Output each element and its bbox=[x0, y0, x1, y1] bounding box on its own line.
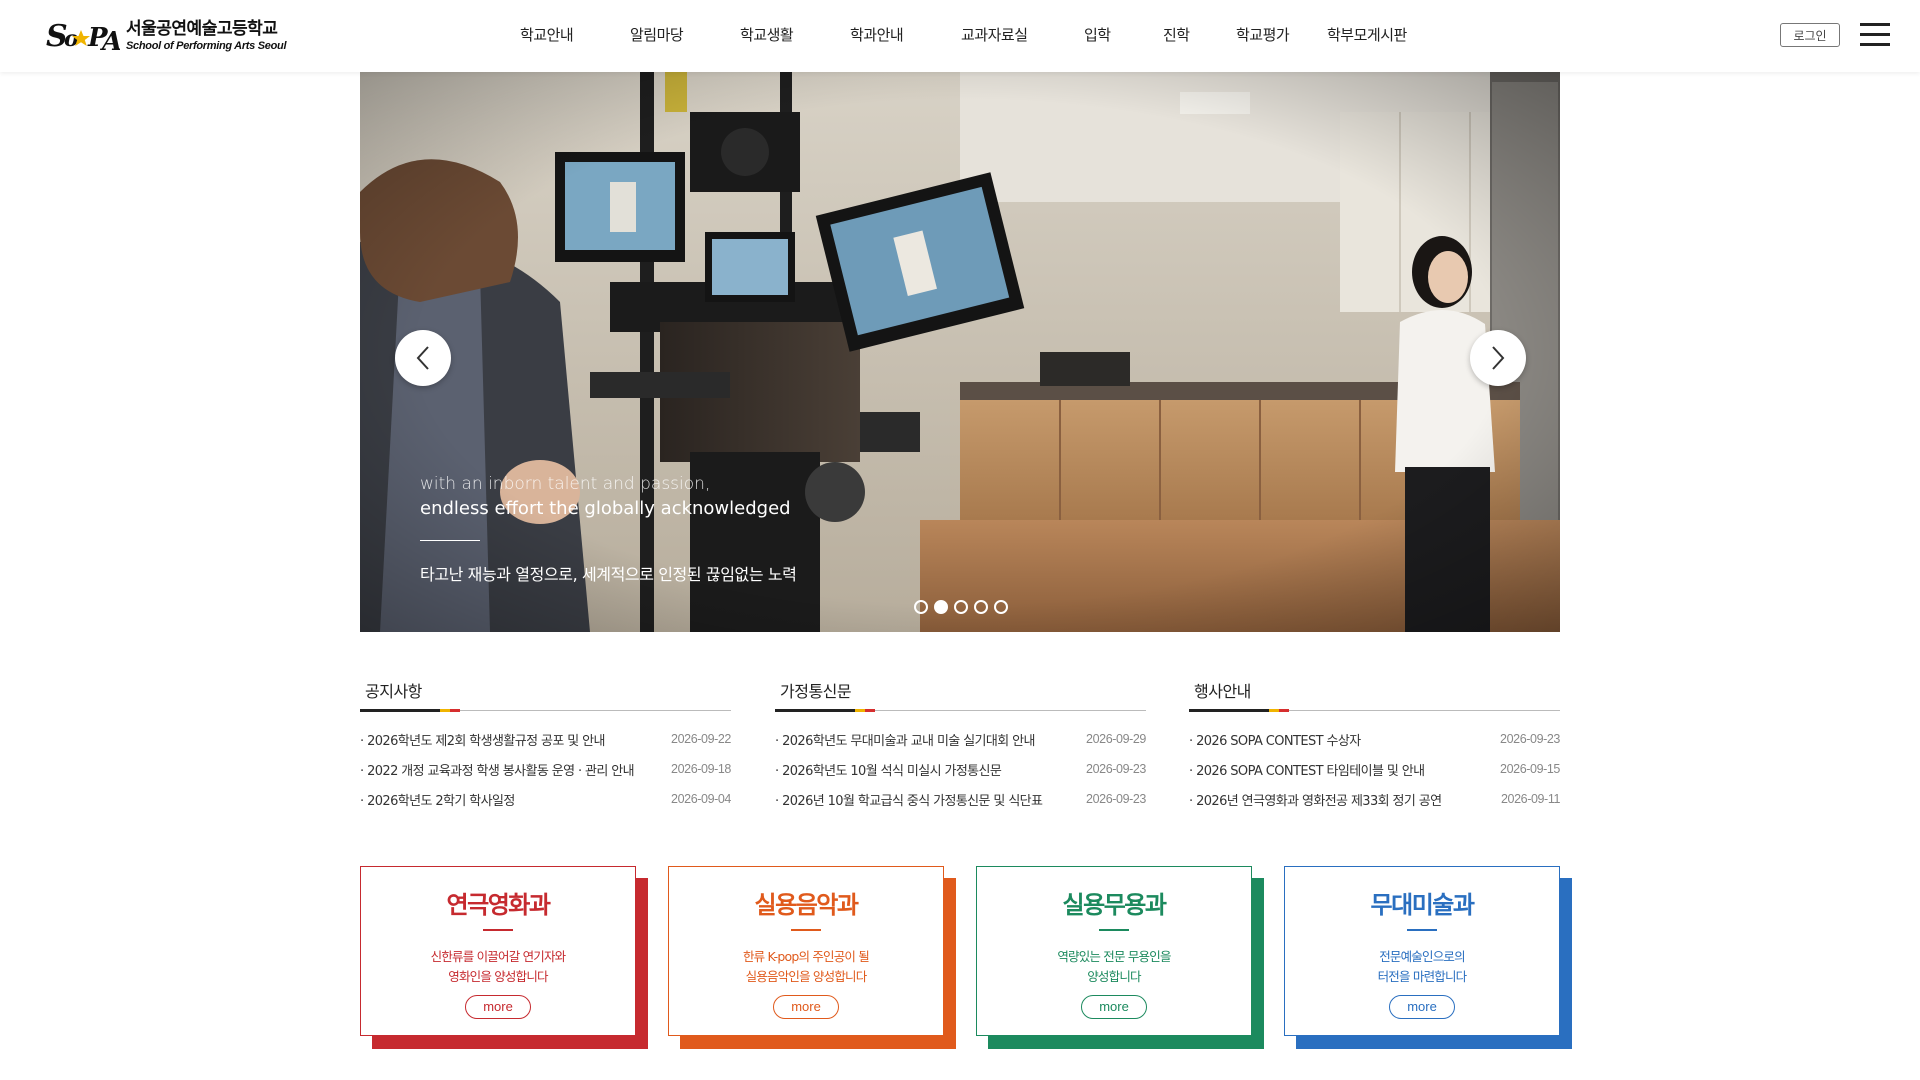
dept-more-button[interactable]: more bbox=[1081, 995, 1147, 1019]
dept-description-line-1: 신한류를 이끌어갈 연기자와 bbox=[430, 949, 567, 964]
board-item-date: 2026-09-23 bbox=[1086, 792, 1146, 806]
board-item-date: 2026-09-11 bbox=[1500, 792, 1560, 806]
chevron-left-icon bbox=[416, 346, 429, 370]
dept-description-line-2: 터전을 마련합니다 bbox=[1377, 969, 1468, 984]
hero-english-line-2: endless effort the globally acknowledged bbox=[420, 498, 791, 519]
dept-more-button[interactable]: more bbox=[773, 995, 839, 1019]
board-item-title[interactable]: · 2026학년도 2학기 학사일정 bbox=[360, 790, 640, 809]
slider-next-button[interactable] bbox=[1470, 330, 1526, 386]
dept-divider bbox=[791, 929, 821, 931]
site-header: S o P A 서울공연예술고등학교 School of Performing … bbox=[0, 0, 1920, 72]
board-item-date: 2026-09-23 bbox=[1500, 732, 1560, 746]
board-item-title[interactable]: · 2026년 연극영화과 영화전공 제33회 정기 공연 bbox=[1189, 790, 1469, 809]
dept-name: 연극영화과 bbox=[446, 891, 551, 919]
hero-slider: with an inborn talent and passion, endle… bbox=[360, 72, 1560, 632]
board-item-title[interactable]: · 2026학년도 10월 석식 미실시 가정통신문 bbox=[775, 760, 1055, 779]
hero-korean-line: 타고난 재능과 열정으로, 세계적으로 인정된 끊임없는 노력 bbox=[420, 565, 797, 584]
hero-caption: with an inborn talent and passion, endle… bbox=[420, 472, 797, 585]
board-list-item[interactable]: · 2026 SOPA CONTEST 타임테이블 및 안내 2026-09-1… bbox=[1189, 754, 1560, 784]
board-list-item[interactable]: · 2026학년도 2학기 학사일정 2026-09-04 bbox=[360, 784, 731, 814]
board-list-item[interactable]: · 2026학년도 무대미술과 교내 미술 실기대회 안내 2026-09-29 bbox=[775, 724, 1146, 754]
board-list-item[interactable]: · 2026년 10월 학교급식 중식 가정통신문 및 식단표 2026-09-… bbox=[775, 784, 1146, 814]
school-logo[interactable]: S o P A 서울공연예술고등학교 School of Performing … bbox=[46, 16, 287, 56]
board-list-item[interactable]: · 2026학년도 제2회 학생생활규정 공포 및 안내 2026-09-22 bbox=[360, 724, 731, 754]
board-item-date: 2026-09-29 bbox=[1086, 732, 1146, 746]
dept-name: 무대미술과 bbox=[1370, 891, 1475, 919]
dept-name: 실용무용과 bbox=[1062, 891, 1167, 919]
nav-parents-board[interactable]: 학부모게시판 bbox=[1327, 24, 1407, 48]
dept-more-button[interactable]: more bbox=[465, 995, 531, 1019]
dept-card-body: 연극영화과 신한류를 이끌어갈 연기자와 영화인을 양성합니다 more bbox=[360, 866, 636, 1036]
slider-pagination bbox=[914, 600, 1008, 614]
events-board: 행사안내 · 2026 SOPA CONTEST 수상자 2026-09-23 … bbox=[1189, 680, 1560, 814]
notice-board: 공지사항 · 2026학년도 제2회 학생생활규정 공포 및 안내 2026-0… bbox=[360, 680, 731, 814]
dept-description-line-1: 역량있는 전문 무용인을 bbox=[1057, 949, 1171, 964]
svg-text:A: A bbox=[99, 27, 120, 56]
dept-divider bbox=[1407, 929, 1437, 931]
nav-departments[interactable]: 학과안내 bbox=[850, 24, 904, 48]
dept-card-body: 무대미술과 전문예술인으로의 터전을 마련합니다 more bbox=[1284, 866, 1560, 1036]
board-title-underline bbox=[360, 706, 731, 712]
board-list-item[interactable]: · 2026 SOPA CONTEST 수상자 2026-09-23 bbox=[1189, 724, 1560, 754]
newsletter-board: 가정통신문 · 2026학년도 무대미술과 교내 미술 실기대회 안내 2026… bbox=[775, 680, 1146, 814]
nav-admission[interactable]: 입학 bbox=[1084, 24, 1111, 48]
hero-english-line-1: with an inborn talent and passion, bbox=[420, 474, 711, 494]
dept-divider bbox=[1099, 929, 1129, 931]
board-item-date: 2026-09-23 bbox=[1086, 762, 1146, 776]
dept-description-line-1: 전문예술인으로의 bbox=[1379, 949, 1465, 964]
dept-name: 실용음악과 bbox=[754, 891, 859, 919]
board-item-title[interactable]: · 2026학년도 제2회 학생생활규정 공포 및 안내 bbox=[360, 730, 640, 749]
slider-dot-4[interactable] bbox=[974, 600, 988, 614]
board-title-underline bbox=[775, 706, 1146, 712]
slider-prev-button[interactable] bbox=[395, 330, 451, 386]
board-list-item[interactable]: · 2022 개정 교육과정 학생 봉사활동 운영 · 관리 안내 2026-0… bbox=[360, 754, 731, 784]
dept-card-theater-film[interactable]: 연극영화과 신한류를 이끌어갈 연기자와 영화인을 양성합니다 more bbox=[360, 866, 648, 1049]
chevron-right-icon bbox=[1492, 346, 1505, 370]
nav-course-materials[interactable]: 교과자료실 bbox=[961, 24, 1028, 48]
dept-more-button[interactable]: more bbox=[1389, 995, 1455, 1019]
hero-divider bbox=[420, 540, 480, 541]
slider-dot-3[interactable] bbox=[954, 600, 968, 614]
board-item-title[interactable]: · 2026 SOPA CONTEST 타임테이블 및 안내 bbox=[1189, 760, 1469, 779]
dept-card-body: 실용음악과 한류 K-pop의 주인공이 될 실용음악인을 양성합니다 more bbox=[668, 866, 944, 1036]
board-list-item[interactable]: · 2026년 연극영화과 영화전공 제33회 정기 공연 2026-09-11 bbox=[1189, 784, 1560, 814]
dept-card-applied-dance[interactable]: 실용무용과 역량있는 전문 무용인을 양성합니다 more bbox=[976, 866, 1264, 1049]
slider-dot-5[interactable] bbox=[994, 600, 1008, 614]
sopa-logo-mark: S o P A bbox=[46, 19, 120, 56]
board-title-events[interactable]: 행사안내 bbox=[1189, 680, 1560, 706]
dept-divider bbox=[483, 929, 513, 931]
login-button[interactable]: 로그인 bbox=[1780, 23, 1840, 47]
nav-school-info[interactable]: 학교안내 bbox=[520, 24, 574, 48]
board-item-date: 2026-09-04 bbox=[671, 792, 731, 806]
board-item-date: 2026-09-15 bbox=[1500, 762, 1560, 776]
board-item-title[interactable]: · 2026 SOPA CONTEST 수상자 bbox=[1189, 730, 1469, 749]
board-item-title[interactable]: · 2026년 10월 학교급식 중식 가정통신문 및 식단표 bbox=[775, 790, 1055, 809]
dept-card-applied-music[interactable]: 실용음악과 한류 K-pop의 주인공이 될 실용음악인을 양성합니다 more bbox=[668, 866, 956, 1049]
board-item-date: 2026-09-22 bbox=[671, 732, 731, 746]
hamburger-menu-icon[interactable] bbox=[1860, 22, 1890, 48]
board-title-underline bbox=[1189, 706, 1560, 712]
dept-card-body: 실용무용과 역량있는 전문 무용인을 양성합니다 more bbox=[976, 866, 1252, 1036]
board-title-notices[interactable]: 공지사항 bbox=[360, 680, 731, 706]
slider-dot-1[interactable] bbox=[914, 600, 928, 614]
dept-description-line-2: 영화인을 양성합니다 bbox=[448, 969, 548, 984]
nav-college-entry[interactable]: 진학 bbox=[1163, 24, 1190, 48]
logo-english-name: School of Performing Arts Seoul bbox=[126, 40, 287, 52]
dept-card-stage-art[interactable]: 무대미술과 전문예술인으로의 터전을 마련합니다 more bbox=[1284, 866, 1572, 1049]
dept-description-line-2: 양성합니다 bbox=[1087, 969, 1141, 984]
board-item-title[interactable]: · 2026학년도 무대미술과 교내 미술 실기대회 안내 bbox=[775, 730, 1055, 749]
board-title-newsletter[interactable]: 가정통신문 bbox=[775, 680, 1146, 706]
board-item-date: 2026-09-18 bbox=[671, 762, 731, 776]
logo-korean-name: 서울공연예술고등학교 bbox=[126, 19, 278, 39]
nav-school-evaluation[interactable]: 학교평가 bbox=[1236, 24, 1290, 48]
board-list-item[interactable]: · 2026학년도 10월 석식 미실시 가정통신문 2026-09-23 bbox=[775, 754, 1146, 784]
nav-school-life[interactable]: 학교생활 bbox=[740, 24, 794, 48]
dept-description-line-2: 실용음악인을 양성합니다 bbox=[745, 969, 868, 984]
dept-description-line-1: 한류 K-pop의 주인공이 될 bbox=[742, 949, 870, 964]
nav-notice-board[interactable]: 알림마당 bbox=[630, 24, 684, 48]
slider-dot-2[interactable] bbox=[934, 600, 948, 614]
board-item-title[interactable]: · 2022 개정 교육과정 학생 봉사활동 운영 · 관리 안내 bbox=[360, 760, 640, 779]
